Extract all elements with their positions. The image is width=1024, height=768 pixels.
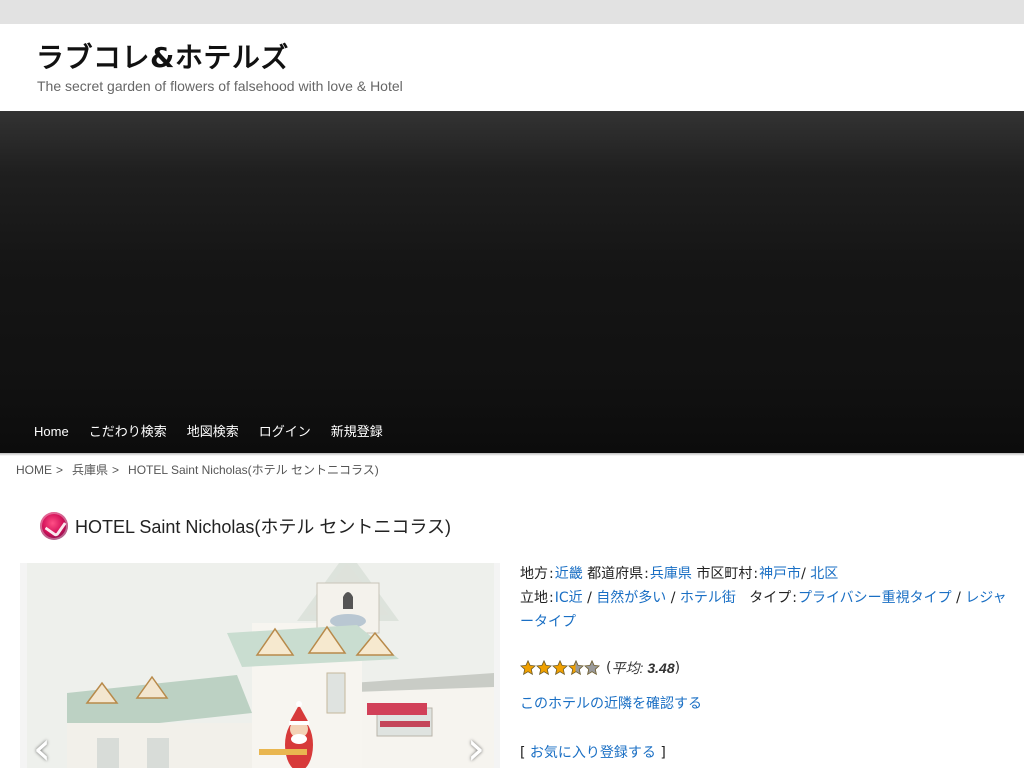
nav-item-advanced-search[interactable]: こだわり検索 [79, 421, 177, 443]
hotel-title: HOTEL Saint Nicholas(ホテル セントニコラス) [75, 517, 452, 537]
site-title[interactable]: ラブコレ&ホテルズ [36, 36, 289, 76]
favorite-control: [ お気に入り登録する ] [520, 742, 666, 762]
bracket-open: [ [520, 745, 526, 761]
prefecture-label: 都道府県 [587, 566, 644, 582]
colon: : [792, 590, 797, 606]
type-tag-privacy[interactable]: プライバシー重視タイプ [798, 590, 952, 606]
slash-separator: / [956, 590, 961, 606]
rating: (平均: 3.48) [520, 658, 680, 678]
region-link[interactable]: 近畿 [555, 566, 583, 582]
breadcrumb-separator: > [56, 462, 64, 477]
star-icon [568, 660, 584, 676]
location-tag-hotel-district[interactable]: ホテル街 [680, 590, 736, 606]
type-label: タイプ [749, 590, 792, 606]
nav-item-register[interactable]: 新規登録 [321, 421, 393, 443]
ward-link[interactable]: 北区 [810, 566, 838, 582]
nav-item-map-search[interactable]: 地図検索 [177, 421, 249, 443]
info-row-location-type: 立地:IC近 / 自然が多い / ホテル街 タイプ:プライバシー重視タイプ / … [520, 586, 1010, 634]
chevron-left-icon: ‹ [32, 721, 52, 768]
info-row-area: 地方:近畿 都道府県:兵庫県 市区町村:神戸市/ 北区 [520, 562, 1010, 586]
city-link[interactable]: 神戸市 [759, 566, 801, 582]
breadcrumb-home[interactable]: HOME [16, 463, 52, 477]
location-tag-ic[interactable]: IC近 [555, 590, 583, 606]
slash-separator: / [801, 566, 806, 582]
breadcrumb-current: HOTEL Saint Nicholas(ホテル セントニコラス) [128, 463, 379, 477]
nav-item-home[interactable]: Home [24, 421, 79, 443]
star-icon [520, 660, 536, 676]
hotel-building-image [27, 563, 494, 768]
colon: : [753, 566, 759, 582]
location-tag-nature[interactable]: 自然が多い [596, 590, 666, 606]
photo-slider[interactable]: ‹ › [20, 563, 500, 768]
top-bar [0, 0, 1024, 24]
slash-separator: / [587, 590, 592, 606]
hotel-logo-icon [40, 512, 68, 540]
header-divider [0, 453, 1024, 456]
colon: : [549, 590, 554, 606]
hotel-info: 地方:近畿 都道府県:兵庫県 市区町村:神戸市/ 北区 立地:IC近 / 自然が… [520, 562, 1010, 634]
site-description: The secret garden of flowers of falsehoo… [37, 78, 403, 94]
rating-stars[interactable] [520, 660, 600, 676]
bracket-close: ] [660, 745, 666, 761]
nearby-hotels-link[interactable]: このホテルの近隣を確認する [520, 693, 702, 713]
nav-item-login[interactable]: ログイン [249, 421, 321, 443]
star-icon [536, 660, 552, 676]
region-label: 地方 [520, 566, 548, 582]
breadcrumb: HOME > 兵庫県 > HOTEL Saint Nicholas(ホテル セン… [16, 461, 379, 478]
add-favorite-link[interactable]: お気に入り登録する [530, 745, 656, 761]
star-icon [552, 660, 568, 676]
slider-prev-button[interactable]: ‹ [28, 725, 56, 768]
breadcrumb-separator: > [112, 462, 120, 477]
prefecture-link[interactable]: 兵庫県 [650, 566, 692, 582]
location-label: 立地 [520, 590, 548, 606]
main-nav: Home こだわり検索 地図検索 ログイン 新規登録 [24, 421, 393, 443]
chevron-right-icon: › [466, 721, 486, 768]
star-icon [584, 660, 600, 676]
rating-average-value: 3.48 [647, 660, 675, 676]
rating-average-label: 平均: [611, 660, 644, 676]
rating-close-paren: ) [674, 660, 681, 676]
colon: : [549, 566, 554, 582]
breadcrumb-prefecture[interactable]: 兵庫県 [72, 461, 108, 478]
header-banner: Home こだわり検索 地図検索 ログイン 新規登録 [0, 111, 1024, 453]
colon: : [644, 566, 649, 582]
city-label: 市区町村 [696, 566, 753, 582]
hotel-photo [27, 563, 494, 768]
slider-next-button[interactable]: › [462, 725, 490, 768]
hotel-heading: HOTEL Saint Nicholas(ホテル セントニコラス) [40, 512, 451, 540]
slash-separator: / [670, 590, 676, 606]
